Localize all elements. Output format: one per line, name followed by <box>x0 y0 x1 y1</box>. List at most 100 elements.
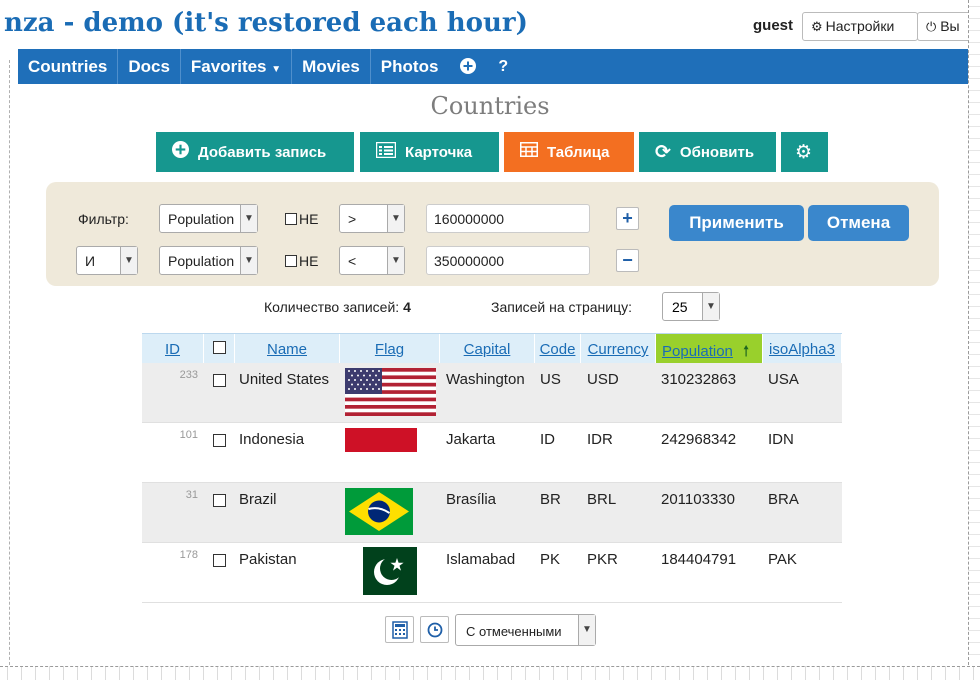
column-header-capital[interactable]: Capital <box>440 334 535 364</box>
select-value: Population <box>168 211 235 227</box>
filter-logic-select[interactable]: И ▼ <box>76 246 138 275</box>
apply-filter-button[interactable]: Применить <box>669 205 804 241</box>
filter-operator-select-1[interactable]: > ▼ <box>339 204 405 233</box>
column-header-id[interactable]: ID <box>142 334 204 364</box>
cancel-filter-button[interactable]: Отмена <box>808 205 909 241</box>
record-count: Количество записей: 4 <box>264 299 411 315</box>
select-value: < <box>348 253 357 269</box>
column-header-code[interactable]: Code <box>535 334 581 364</box>
cancel-label: Отмена <box>826 213 891 232</box>
filter-not-checkbox-1[interactable]: НЕ <box>285 211 318 227</box>
column-header-name[interactable]: Name <box>234 334 340 364</box>
gear-icon: ⚙ <box>795 141 813 163</box>
cell-currency: BRL <box>587 491 617 508</box>
checkbox-box <box>285 213 297 225</box>
table-row[interactable]: 178 Pakistan Islamabad PK PKR 184404791 … <box>142 543 842 603</box>
column-header-population[interactable]: Population 🠕 <box>656 334 763 364</box>
nav-label: Movies <box>302 57 360 76</box>
apply-label: Применить <box>689 213 784 232</box>
settings-button[interactable]: ⚙ Настройки <box>802 12 918 41</box>
chevron-down-icon: ▼ <box>240 205 257 232</box>
column-header-flag[interactable]: Flag <box>340 334 440 364</box>
cell-population: 184404791 <box>661 551 737 568</box>
record-count-value: 4 <box>403 299 411 315</box>
help-label: ? <box>498 58 509 75</box>
row-id: 233 <box>179 369 198 381</box>
nav-item-favorites[interactable]: Favorites ▼ <box>181 49 293 84</box>
table-view-label: Таблица <box>547 143 610 161</box>
card-list-icon <box>375 141 397 163</box>
row-checkbox[interactable] <box>213 554 226 567</box>
chevron-down-icon: ▼ <box>120 247 137 274</box>
nav-item-countries[interactable]: Countries <box>18 49 119 84</box>
remove-filter-row-button[interactable]: − <box>616 249 639 272</box>
row-checkbox[interactable] <box>213 494 226 507</box>
cell-name: Brazil <box>239 491 277 508</box>
nav-label: Docs <box>128 57 170 76</box>
nav-item-movies[interactable]: Movies <box>292 49 371 84</box>
nav-help-button[interactable]: ? <box>486 49 518 84</box>
cell-currency: USD <box>587 371 619 388</box>
filter-value-input-2[interactable]: 350000000 <box>426 246 590 275</box>
filter-field-select-2[interactable]: Population ▼ <box>159 246 258 275</box>
nav-item-photos[interactable]: Photos <box>371 49 449 84</box>
site-title: nza - demo (it's restored each hour) <box>4 8 528 38</box>
refresh-button[interactable]: ⟳ Обновить <box>639 132 776 172</box>
cell-isoalpha3: BRA <box>768 491 799 508</box>
table-view-button[interactable]: Таблица <box>504 132 634 172</box>
plus-circle-icon <box>172 141 189 163</box>
nav-item-docs[interactable]: Docs <box>118 49 181 84</box>
cell-isoalpha3: IDN <box>768 431 794 448</box>
per-page-label: Записей на страницу: <box>491 299 632 315</box>
row-id: 101 <box>179 429 198 441</box>
row-checkbox[interactable] <box>213 434 226 447</box>
column-header-isoalpha3[interactable]: isoAlpha3 <box>763 334 842 364</box>
cell-currency: IDR <box>587 431 613 448</box>
history-button[interactable] <box>420 616 449 643</box>
card-view-button[interactable]: Карточка <box>360 132 499 172</box>
caret-down-icon: ▼ <box>271 64 282 75</box>
checkbox-label: НЕ <box>299 253 319 269</box>
settings-label: Настройки <box>825 18 895 34</box>
row-checkbox[interactable] <box>213 374 226 387</box>
filter-value-input-1[interactable]: 160000000 <box>426 204 590 233</box>
cell-code: PK <box>540 551 561 568</box>
cell-code: ID <box>540 431 555 448</box>
cell-name: Indonesia <box>239 431 305 448</box>
checkbox-label: НЕ <box>299 211 319 227</box>
select-all-checkbox[interactable] <box>213 341 226 354</box>
filter-operator-select-2[interactable]: < ▼ <box>339 246 405 275</box>
row-id: 178 <box>179 549 198 561</box>
torn-edge-bottom <box>0 666 980 680</box>
cell-code: BR <box>540 491 561 508</box>
filter-field-select-1[interactable]: Population ▼ <box>159 204 258 233</box>
table-row[interactable]: 101 Indonesia Jakarta ID IDR 242968342 I… <box>142 423 842 483</box>
add-record-button[interactable]: Добавить запись <box>156 132 354 172</box>
chevron-down-icon: ▼ <box>387 205 404 232</box>
cell-population: 310232863 <box>661 371 737 388</box>
main-navbar: Countries Docs Favorites ▼ Movies Photos… <box>18 49 968 84</box>
filter-not-checkbox-2[interactable]: НЕ <box>285 253 318 269</box>
nav-add-button[interactable] <box>448 49 486 84</box>
row-id: 31 <box>185 489 198 501</box>
cell-isoalpha3: PAK <box>768 551 797 568</box>
add-filter-row-button[interactable]: + <box>616 207 639 230</box>
nav-label: Favorites <box>190 57 267 76</box>
grid-settings-button[interactable]: ⚙ <box>781 132 828 172</box>
select-value: > <box>348 211 357 227</box>
table-row[interactable]: 31 Brazil Brasília BR BRL 201103330 BRA <box>142 483 842 543</box>
add-record-label: Добавить запись <box>198 143 327 161</box>
calculator-button[interactable] <box>385 616 414 643</box>
bulk-action-select[interactable]: С отмеченными ▼ <box>455 614 596 646</box>
cell-name: United States <box>239 371 330 388</box>
column-header-currency[interactable]: Currency <box>581 334 656 364</box>
cell-capital: Islamabad <box>446 551 516 568</box>
filter-label: Фильтр: <box>78 211 129 227</box>
us-flag-icon <box>345 368 436 416</box>
page-title: Countries <box>430 92 550 120</box>
clock-icon <box>427 622 442 638</box>
table-row[interactable]: 233 United States Washington US USD 3102… <box>142 363 842 423</box>
card-view-label: Карточка <box>405 143 473 161</box>
cell-capital: Jakarta <box>446 431 496 448</box>
per-page-select[interactable]: 25 ▼ <box>662 292 720 321</box>
